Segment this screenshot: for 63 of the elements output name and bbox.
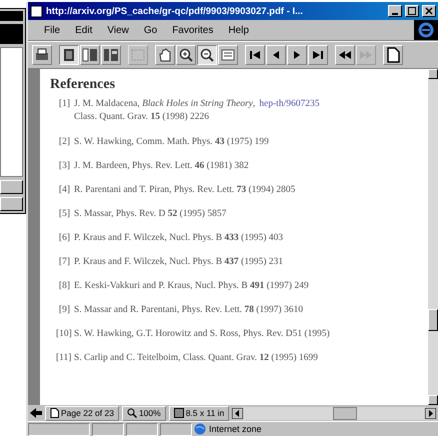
- reference-number: [4]: [58, 185, 70, 197]
- zone-label: Internet zone: [209, 424, 262, 434]
- page-icon: [30, 4, 43, 18]
- arrow-icon: [30, 408, 42, 418]
- maximize-icon: [408, 7, 416, 15]
- menu-item[interactable]: Go: [138, 22, 166, 38]
- status-pane: [160, 422, 192, 436]
- maximize-button[interactable]: [405, 5, 419, 17]
- reference-number: [9]: [58, 305, 70, 317]
- reference-text: J. M. Maldacena, Black Holes in String Theory,: [74, 99, 256, 109]
- status-pane: [28, 422, 90, 436]
- reference-text: R. Parentani and T. Piran, Phys. Rev. Lett. 73 (1994) 2805: [74, 185, 296, 195]
- thumbnails-icon: [102, 46, 120, 64]
- menu-item[interactable]: Edit: [69, 22, 102, 38]
- reference-text: S. Carlip and C. Teitelboim, Class. Quant. Grav. 12 (1995) 1699: [74, 353, 318, 363]
- bookmarks-icon: [81, 46, 99, 64]
- reference-text: S. W. Hawking, Comm. Math. Phys. 43 (1975) 199: [74, 137, 269, 147]
- reference-text: E. Keski-Vakkuri and P. Kraus, Nucl. Phys. B 491 (1997) 249: [74, 281, 309, 291]
- close-button[interactable]: [422, 5, 436, 17]
- window-title: http://arxiv.org/PS_cache/gr-qc/pdf/9903/9903027.pdf - I...: [46, 6, 304, 16]
- zoom-indicator[interactable]: 100%: [122, 406, 166, 420]
- vertical-scrollbar[interactable]: [428, 69, 438, 405]
- zoom-icon: [126, 408, 137, 418]
- reference-text: P. Kraus and F. Wilczek, Nucl. Phys. B 437 (1995) 231: [74, 257, 283, 267]
- reference-number: [11]: [56, 353, 70, 365]
- reference-text: S. W. Hawking, G.T. Horowitz and S. Ross, Phys. Rev. D51 (1995): [74, 329, 330, 339]
- left-arrow-icon: [232, 408, 244, 418]
- reference-link[interactable]: hep-th/9607235: [259, 99, 320, 109]
- reference-text: P. Kraus and F. Wilczek, Nucl. Phys. B 433 (1995) 403: [74, 233, 283, 243]
- reference-text: S. Massar, Phys. Rev. D 52 (1995) 5857: [74, 209, 226, 219]
- reference-text: Class. Quant. Grav. 15 (1998) 2226: [74, 112, 210, 122]
- scroll-thumb[interactable]: [333, 406, 358, 420]
- page-icon: [50, 408, 59, 418]
- menu-item[interactable]: Help: [222, 22, 258, 38]
- reference-number: [6]: [58, 233, 70, 245]
- zoom-in-icon: [177, 46, 195, 64]
- status-pane: [126, 422, 158, 436]
- reference-number: [5]: [58, 209, 70, 221]
- status-pane: [92, 422, 124, 436]
- reference-number: [3]: [58, 161, 70, 173]
- section-heading: References: [50, 77, 116, 93]
- page-indicator[interactable]: Page 22 of 23: [45, 406, 119, 420]
- horizontal-scrollbar[interactable]: [232, 406, 436, 420]
- reference-number: [10]: [56, 329, 70, 341]
- reference-text: S. Massar and R. Parentani, Phys. Rev. Lett. 78 (1997) 3610: [74, 305, 303, 315]
- menu-item[interactable]: View: [101, 22, 138, 38]
- zoom-out-icon: [198, 46, 216, 64]
- reference-number: [7]: [58, 257, 70, 269]
- page-size-icon: [174, 408, 184, 418]
- next-page-icon: [293, 50, 301, 60]
- page-size-indicator[interactable]: 8.5 x 11 in: [168, 406, 230, 420]
- close-icon: [425, 7, 433, 15]
- globe-icon: [194, 423, 206, 435]
- minimize-button[interactable]: [388, 5, 402, 17]
- menu-item[interactable]: Favorites: [166, 22, 222, 38]
- reference-number: [2]: [58, 137, 70, 149]
- reference-text: J. M. Bardeen, Phys. Rev. Lett. 46 (1981) 382: [74, 161, 249, 171]
- toolbar-button[interactable]: [197, 45, 217, 65]
- reference-number: [1]: [58, 99, 70, 111]
- reference-number: [8]: [58, 281, 70, 293]
- toolbar-button[interactable]: [59, 45, 79, 65]
- menu-item[interactable]: File: [38, 22, 70, 38]
- previous-page-icon: [272, 50, 280, 60]
